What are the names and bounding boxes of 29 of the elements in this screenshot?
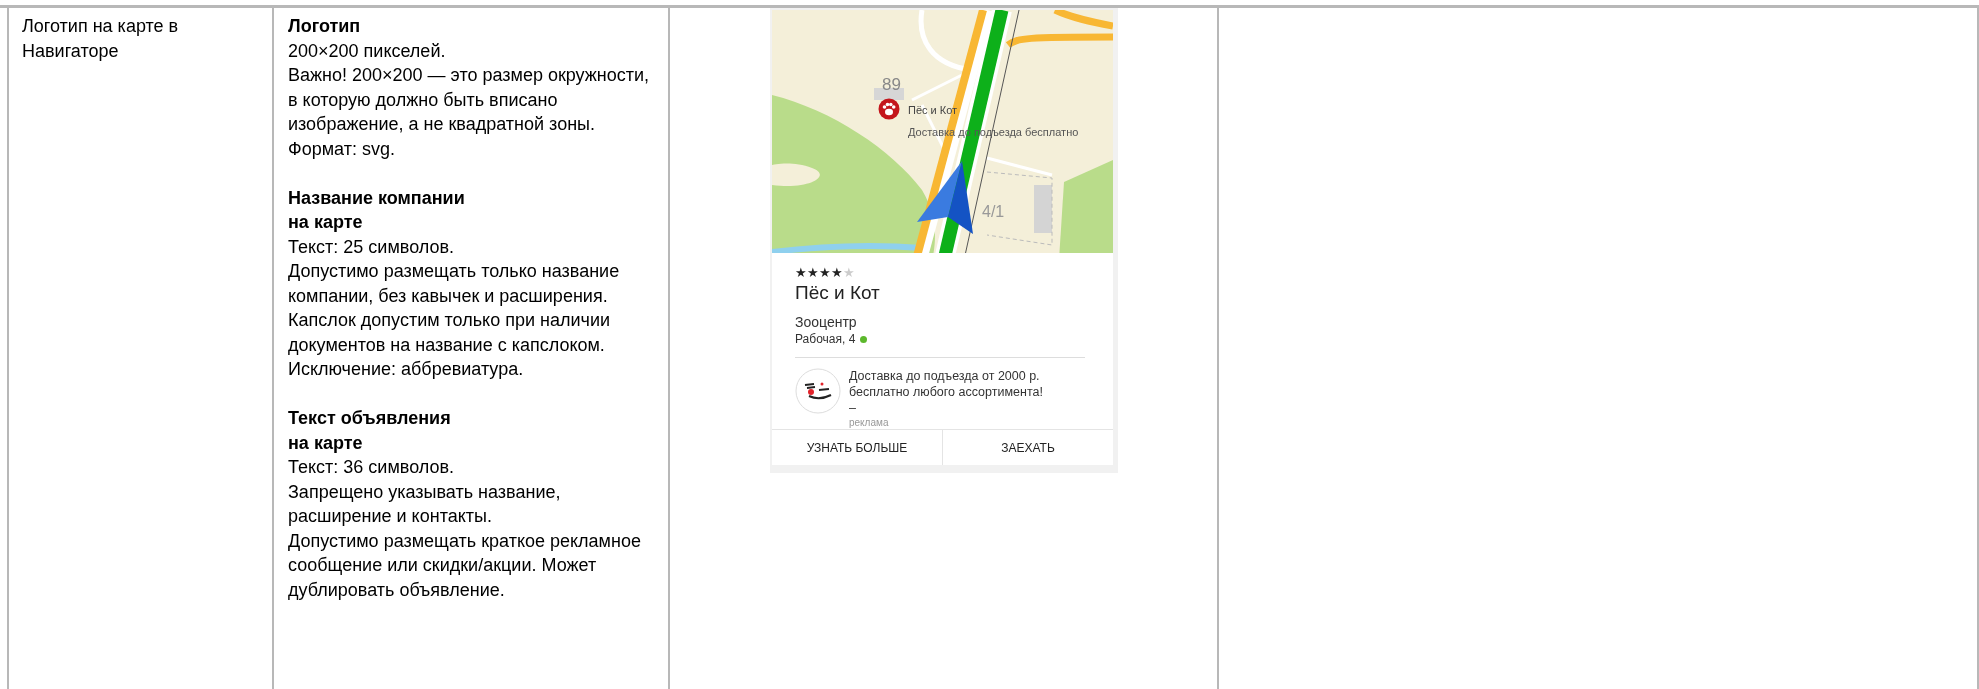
feature-name: Логотип на карте в Навигаторе: [22, 15, 180, 63]
section-heading: Текст объявления: [288, 407, 452, 430]
section-heading: на карте: [288, 211, 364, 234]
navigation-arrow-icon: [916, 160, 974, 235]
requirement-text: 200×200 пикселей.: [288, 39, 447, 63]
ad-label: реклама: [849, 416, 890, 429]
section-heading: Название компании: [288, 186, 466, 210]
place-category: Зооцентр: [795, 313, 858, 331]
requirement-text: Текст: 25 символов.: [288, 235, 456, 259]
ad-text: Доставка до подъезда от 2000 р. бесплатно любого ассортимента! –: [849, 368, 1044, 416]
section-heading: Логотип: [288, 15, 362, 38]
requirement-text: Допустимо размещать только название компании, без кавычек и расширения. Капслок допустим только при наличии документов на название с капслоком. Исключение: аббревиатура.: [288, 260, 621, 381]
star-icon: ★: [831, 265, 843, 281]
place-name: Пёс и Кот: [795, 281, 881, 305]
requirement-text: Текст: 36 символов.: [288, 456, 456, 479]
place-address: Рабочая, 4: [795, 331, 856, 347]
requirement-text: Формат: svg.: [288, 137, 396, 161]
requirement-text: Важно! 200×200 — это размер окружности, в которую должно быть вписано изображение, а не квадратной зоны.: [288, 64, 651, 136]
section-heading: на карте: [288, 431, 364, 455]
star-icon: ★: [795, 265, 807, 281]
paw-marker-icon: [878, 98, 900, 120]
requirement-text: Допустимо размещать краткое рекламное сообщение или скидки/акции. Может дублировать объявление.: [288, 529, 642, 602]
star-icon: ★: [819, 265, 831, 281]
requirement-text: Запрещено указывать название, расширение и контакты.: [288, 480, 562, 528]
house-number: 89: [882, 74, 901, 96]
star-icon: ★: [807, 265, 819, 281]
house-number: 4/1: [982, 202, 1005, 222]
logo-icon: [795, 368, 841, 414]
star-icon: ★: [843, 265, 855, 281]
